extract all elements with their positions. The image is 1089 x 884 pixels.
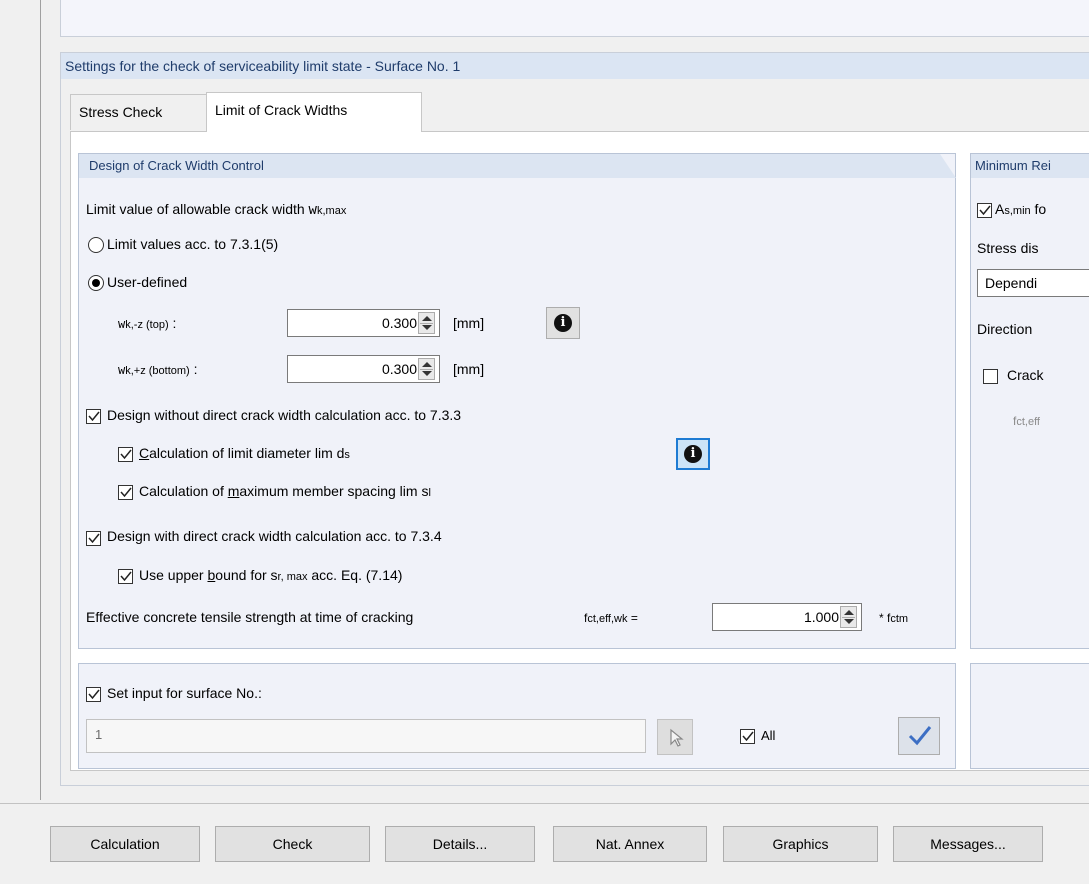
design-with-direct-label[interactable]: Design with direct crack width calculati… [107,528,442,544]
nat-annex-button[interactable]: Nat. Annex [553,826,707,862]
set-input-checkbox[interactable] [86,687,101,702]
max-spacing-label[interactable]: Calculation of maximum member spacing li… [139,483,431,499]
upper-panel [60,0,1089,37]
upper-bound-label[interactable]: Use upper bound for sr, max acc. Eq. (7.… [139,567,402,583]
details-button[interactable]: Details... [385,826,535,862]
fctm-multiplier: * fctm [879,611,909,625]
design-with-direct-checkbox[interactable] [86,531,101,546]
graphics-button[interactable]: Graphics [723,826,878,862]
limit-values-label[interactable]: Limit values acc. to 7.3.1(5) [107,236,278,252]
crack-width-group-title: Design of Crack Width Control [79,154,939,178]
messages-button[interactable]: Messages... [893,826,1043,862]
settings-header: Settings for the check of serviceability… [61,53,1089,79]
group-title-corner [930,154,956,178]
min-reinforcement-lower-group [970,663,1089,769]
design-without-direct-label[interactable]: Design without direct crack width calcul… [107,407,461,423]
wk-bottom-unit: [mm] [453,361,485,377]
bottom-divider [0,803,1089,804]
wk-bottom-spinner[interactable] [418,358,435,380]
tab-stress-check[interactable]: Stress Check [70,94,208,130]
info-icon: i [684,445,702,463]
user-defined-label[interactable]: User-defined [107,274,187,290]
info-icon: i [554,314,572,332]
limit-diameter-checkbox[interactable] [118,447,133,462]
all-checkbox[interactable] [740,729,755,744]
limit-values-radio[interactable] [88,237,104,253]
info-button-diameter[interactable]: i [676,438,710,470]
fct-eff-wk-symbol: fct,eff,wk = [584,611,638,625]
tab-limit-of-crack-widths[interactable]: Limit of Crack Widths [206,92,422,132]
surface-number-input[interactable]: 1 [86,719,646,753]
wk-top-label: wk,-z (top) : [118,315,177,331]
upper-bound-checkbox[interactable] [118,569,133,584]
wk-top-spinner[interactable] [418,312,435,334]
stress-distribution-label: Stress dis [977,240,1039,256]
user-defined-radio[interactable] [88,275,104,291]
fct-eff-spinner[interactable] [840,606,857,628]
left-panel-edge [0,0,41,800]
max-spacing-checkbox[interactable] [118,485,133,500]
direction-label: Direction [977,321,1033,337]
min-reinforcement-title: Minimum Rei [971,154,1089,178]
check-button[interactable]: Check [215,826,370,862]
as-min-label[interactable]: As,min fo [995,201,1046,217]
fct-eff-label: fct,eff [1013,414,1040,428]
calculation-button[interactable]: Calculation [50,826,200,862]
min-reinforcement-group [970,153,1089,649]
wk-top-unit: [mm] [453,315,485,331]
design-without-direct-checkbox[interactable] [86,409,101,424]
apply-button[interactable] [898,717,940,755]
crack-label[interactable]: Crack [1007,367,1044,383]
pick-surface-icon [670,728,684,747]
stress-distribution-value: Dependi [985,275,1038,291]
pick-surface-button[interactable] [657,719,693,755]
limit-diameter-label[interactable]: Calculation of limit diameter lim ds [139,445,350,461]
surface-group [78,663,956,769]
crack-checkbox[interactable] [983,369,998,384]
set-input-label[interactable]: Set input for surface No.: [107,685,262,701]
info-button-top[interactable]: i [546,307,580,339]
wk-bottom-label: wk,+z (bottom) : [118,361,198,377]
limit-value-label: Limit value of allowable crack width wk,… [86,201,347,218]
checkmark-icon [908,726,932,746]
effective-strength-label: Effective concrete tensile strength at t… [86,609,414,625]
all-label[interactable]: All [761,728,775,743]
stress-distribution-dropdown[interactable]: Dependi [977,269,1089,297]
as-min-checkbox[interactable] [977,203,992,218]
